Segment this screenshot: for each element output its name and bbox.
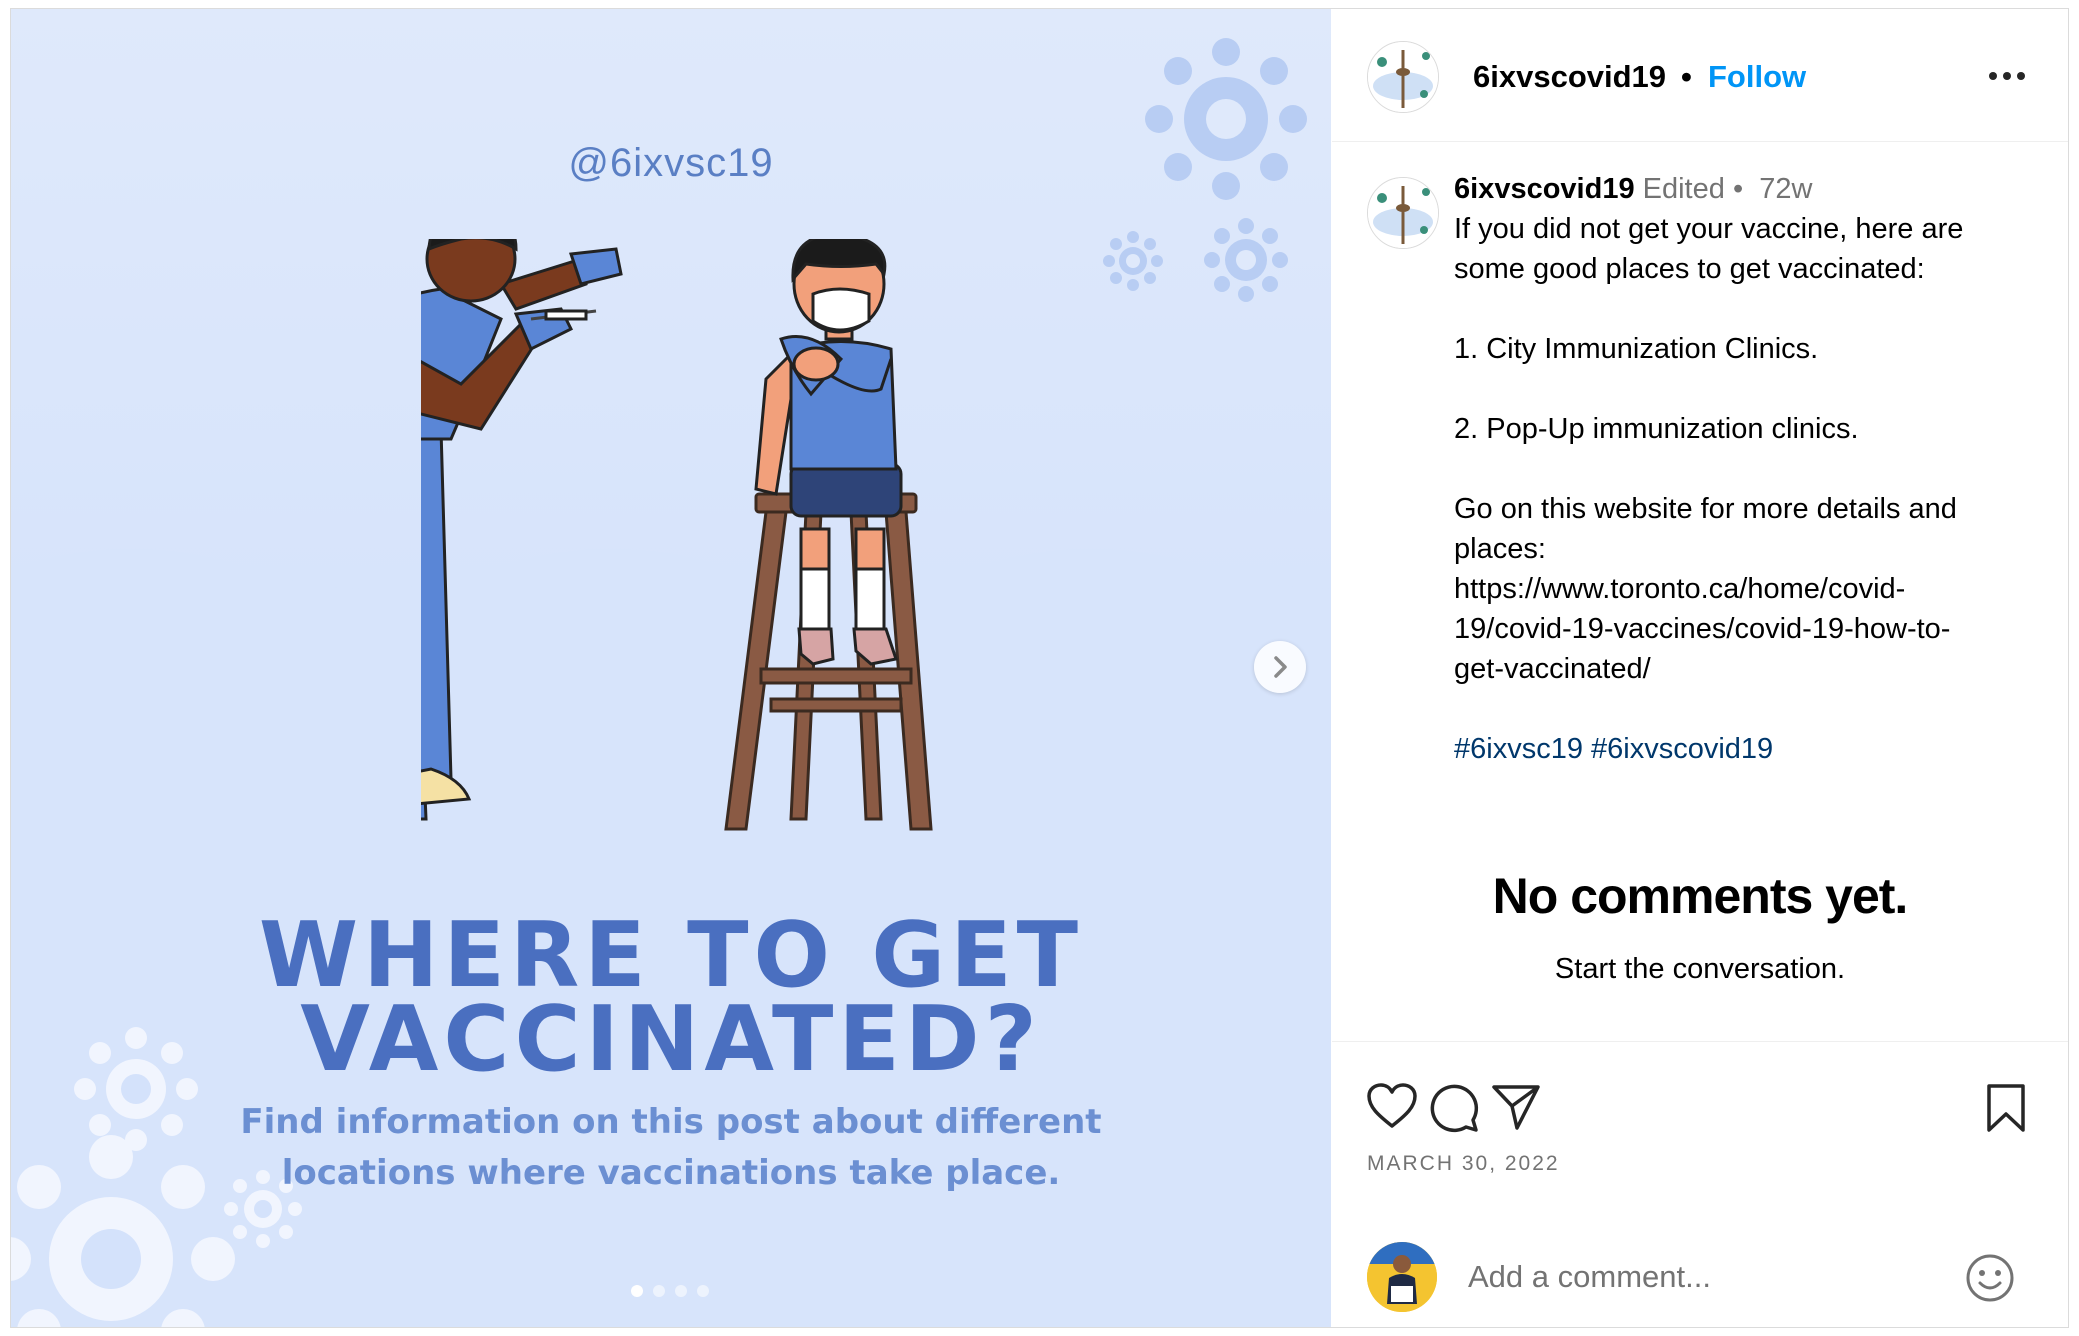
post-age[interactable]: 72w: [1759, 173, 1812, 205]
hashtag-link[interactable]: #6ixvsc19: [1454, 733, 1583, 765]
separator-dot: •: [1732, 173, 1744, 205]
caption-line: [1454, 369, 2054, 409]
media-handle: @6ixvsc19: [568, 141, 774, 185]
post-date[interactable]: MARCH 30, 2022: [1367, 1152, 1560, 1176]
headline: WHERE TO GET VACCINATED?: [11, 903, 1331, 1092]
caption-line: 2. Pop-Up immunization clinics.: [1454, 413, 1859, 445]
carousel-dot: [697, 1285, 709, 1297]
post-author-username[interactable]: 6ixvscovid19: [1473, 59, 1666, 95]
subheadline-line: Find information on this post about diff…: [240, 1102, 1102, 1142]
post-actions: MARCH 30, 2022: [1332, 1041, 2068, 1328]
no-comments-subtitle: Start the conversation.: [1554, 953, 1846, 985]
caption-line: [1454, 689, 2054, 729]
carousel-dots: [631, 1285, 709, 1297]
more-options-icon[interactable]: [1987, 69, 2027, 83]
carousel-dot: [675, 1285, 687, 1297]
cn-tower-logo-icon: [1368, 42, 1438, 112]
caption-meta: 6ixvscovid19 Edited • 72w: [1454, 169, 2054, 209]
profile-avatar[interactable]: [1367, 41, 1439, 113]
caption-line: get-vaccinated/: [1454, 653, 1651, 685]
caption-text: 6ixvscovid19 Edited • 72w If you did not…: [1454, 169, 2054, 769]
hashtags: #6ixvsc19 #6ixvscovid19: [1454, 729, 2054, 769]
post-media[interactable]: @6ixvsc19 WHERE TO GET VACCINATED? Find …: [11, 9, 1331, 1327]
virus-decoration-icon: [1204, 218, 1288, 302]
share-icon[interactable]: [1490, 1082, 1542, 1134]
caption-line: https://www.toronto.ca/home/covid-: [1454, 573, 1906, 605]
heart-icon[interactable]: [1366, 1082, 1418, 1130]
nurse-vaccinating-child-icon: [421, 239, 933, 831]
headline-line: WHERE TO GET: [258, 903, 1084, 1008]
caption-line: [1454, 449, 2054, 489]
user-photo-icon: [1367, 1242, 1437, 1312]
headline-line: VACCINATED?: [300, 987, 1042, 1092]
caption-line: 1. City Immunization Clinics.: [1454, 333, 1819, 365]
chevron-right-icon: [1274, 656, 1287, 678]
cn-tower-logo-icon: [1368, 178, 1438, 248]
caption-line: some good places to get vaccinated:: [1454, 253, 1925, 285]
comment-icon[interactable]: [1428, 1082, 1480, 1134]
caption-line: [1454, 289, 2054, 329]
subheadline: Find information on this post about diff…: [11, 1097, 1331, 1199]
carousel-dot: [653, 1285, 665, 1297]
hashtag-link[interactable]: #6ixvscovid19: [1591, 733, 1773, 765]
caption-username[interactable]: 6ixvscovid19: [1454, 173, 1635, 205]
carousel-next-button[interactable]: [1254, 641, 1306, 693]
post-header: 6ixvscovid19 • Follow: [1332, 9, 2068, 142]
caption-line: places:: [1454, 533, 1546, 565]
carousel-dot: [631, 1285, 643, 1297]
caption-line: Go on this website for more details and: [1454, 493, 1957, 525]
no-comments-title: No comments yet.: [1492, 868, 1909, 924]
separator-dot: •: [1681, 59, 1692, 94]
follow-button[interactable]: Follow: [1708, 59, 1806, 95]
caption-line: If you did not get your vaccine, here ar…: [1454, 213, 1964, 245]
current-user-avatar: [1367, 1242, 1437, 1312]
bookmark-icon[interactable]: [1984, 1082, 2028, 1134]
edited-label: Edited: [1642, 173, 1725, 205]
virus-decoration-icon: [1103, 231, 1163, 291]
caption-line: 19/covid-19-vaccines/covid-19-how-to-: [1454, 613, 1951, 645]
emoji-icon[interactable]: [1964, 1252, 2016, 1304]
subheadline-line: locations where vaccinations take place.: [281, 1153, 1061, 1193]
caption-avatar[interactable]: [1367, 177, 1439, 249]
post-side-panel: 6ixvscovid19 • Follow 6ixvscovid19 Edite…: [1332, 9, 2068, 1327]
comment-input[interactable]: [1466, 1258, 1950, 1296]
